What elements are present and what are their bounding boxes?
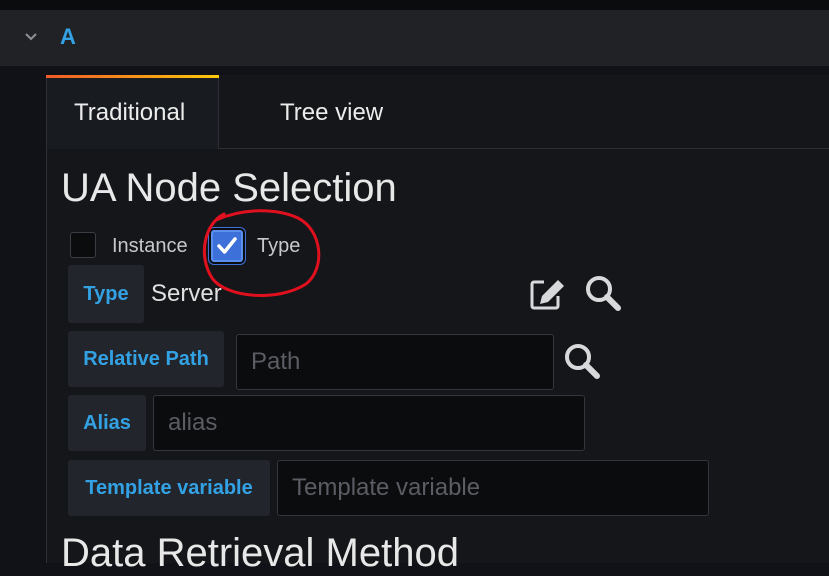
type-checkbox-label[interactable]: Type [257, 235, 300, 258]
tab-traditional-label[interactable]: Traditional [74, 99, 185, 127]
tabs-divider [219, 148, 829, 149]
edit-icon[interactable] [528, 276, 568, 312]
type-checkbox[interactable] [211, 230, 243, 262]
tab-tree-view[interactable]: Tree view [280, 99, 383, 127]
instance-checkbox-label[interactable]: Instance [112, 235, 188, 258]
section-title-data-retrieval: Data Retrieval Method [61, 531, 459, 575]
top-bar [0, 0, 829, 10]
type-value: Server [151, 280, 222, 307]
alias-input[interactable] [153, 395, 585, 451]
alias-label: Alias [68, 395, 146, 451]
relative-path-input[interactable] [236, 334, 554, 390]
checkmark-icon [217, 237, 237, 254]
search-path-icon[interactable] [563, 342, 603, 380]
type-field-label: Type [68, 265, 144, 323]
instance-checkbox[interactable] [70, 232, 96, 258]
template-variable-input[interactable] [277, 460, 709, 516]
section-title-node-selection: UA Node Selection [61, 166, 397, 210]
query-name[interactable]: A [60, 24, 76, 50]
query-row-header[interactable] [0, 10, 829, 66]
active-tab-indicator [46, 75, 219, 78]
chevron-down-icon[interactable] [22, 28, 40, 46]
search-icon[interactable] [584, 274, 624, 312]
template-variable-label: Template variable [68, 460, 270, 516]
relative-path-label: Relative Path [68, 331, 224, 387]
